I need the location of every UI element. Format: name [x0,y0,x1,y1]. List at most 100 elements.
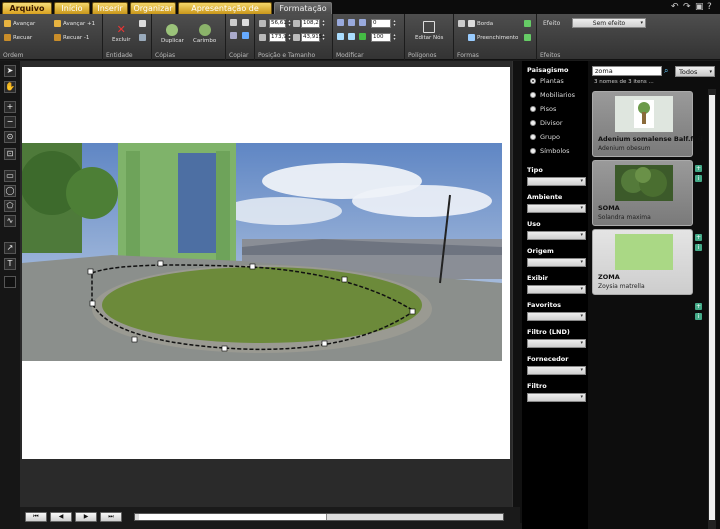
radio-divisor[interactable]: Divisor [530,119,563,127]
avancar-button[interactable]: Avançar [4,20,35,27]
opacity-spin-arrows[interactable]: ▴ ▾ [392,33,397,42]
radio-pisos[interactable]: Pisos [530,105,556,113]
radio-grupo[interactable]: Grupo [530,133,560,141]
prev-slide-button[interactable]: ◀ [50,512,72,522]
avancar-1-button[interactable]: Avançar +1 [54,20,95,27]
slide-canvas[interactable] [22,67,510,459]
fornecedor-select[interactable]: ▾ [527,366,586,375]
ambiente-select[interactable]: ▾ [527,204,586,213]
next-slide-button[interactable]: ▶ [75,512,97,522]
pan-hand-icon[interactable]: ✋ [4,81,16,93]
lnd-select[interactable]: ▾ [527,339,586,348]
node-handle[interactable] [409,308,416,315]
library-scrollbar[interactable] [708,89,716,529]
search-icon[interactable]: ⌕ [664,66,668,76]
tab-formatacao[interactable]: Formatação [274,2,332,14]
w-spin-arrows[interactable]: ▴ ▾ [321,19,326,28]
info-icon[interactable]: i [695,244,702,251]
canvas-horizontal-scrollbar[interactable] [134,513,504,521]
visibility-icon[interactable] [139,34,146,41]
radio-plantas[interactable]: Plantas [530,77,564,85]
node-handle[interactable] [157,260,164,267]
zoom-in-icon[interactable]: + [4,101,16,113]
radio-simbolos[interactable]: Símbolos [530,147,570,155]
undo-icon[interactable]: ↶ [671,2,679,12]
copy-size-icon[interactable] [242,19,249,26]
align-icon[interactable] [337,33,344,40]
radio-mobiliarios[interactable]: Mobiliarios [530,91,575,99]
border-add-icon[interactable] [524,20,531,27]
uso-select[interactable]: ▾ [527,231,586,240]
opacity-icon[interactable] [359,33,366,40]
node-handle[interactable] [249,263,256,270]
tab-inserir[interactable]: Inserir [92,2,128,14]
ellipse-tool-icon[interactable]: ◯ [4,185,16,197]
save-icon[interactable]: ▣ [695,2,704,12]
lock-icon[interactable] [139,20,146,27]
tab-apresentacao[interactable]: Apresentação de Slides [178,2,272,25]
info-icon[interactable]: i [695,175,702,182]
recuar-button[interactable]: Recuar [4,34,32,41]
tab-organizar[interactable]: Organizar [130,2,176,14]
tab-inicio[interactable]: Início [54,2,90,14]
shape-icon[interactable] [458,20,465,27]
excluir-button[interactable]: ✕ Excluir [112,24,130,43]
node-handle[interactable] [89,300,96,307]
zoom-out-icon[interactable]: − [4,116,16,128]
copy-rotation-icon[interactable] [242,32,249,39]
node-handle[interactable] [131,336,138,343]
carimbo-button[interactable]: Carimbo [193,24,216,44]
rotation-input[interactable]: 0 [371,19,391,28]
recuar-1-button[interactable]: Recuar -1 [54,34,89,41]
x-position-input[interactable]: 56,61 [269,19,287,28]
rectangle-tool-icon[interactable]: ▭ [4,170,16,182]
select-arrow-icon[interactable]: ➤ [4,65,16,77]
y-spin-arrows[interactable]: ▴ ▾ [287,33,292,42]
info-icon[interactable]: i [695,313,702,320]
opacity-input[interactable]: 100 [371,33,391,42]
fill-add-icon[interactable] [524,34,531,41]
measure-tool-icon[interactable]: ↗ [4,242,16,254]
zoom-icon[interactable]: + [695,303,702,310]
zoom-icon[interactable]: + [695,165,702,172]
distribute-icon[interactable] [348,33,355,40]
tipo-select[interactable]: ▾ [527,177,586,186]
y-position-input[interactable]: 173,9 [269,33,287,42]
polygon-tool-icon[interactable]: ⬠ [4,200,16,212]
favoritos-select[interactable]: ▾ [527,312,586,321]
node-handle[interactable] [221,345,228,352]
origem-select[interactable]: ▾ [527,258,586,267]
editar-nos-button[interactable]: Editar Nós [415,21,443,41]
node-handle[interactable] [321,340,328,347]
library-item[interactable]: SOMA Solandra maxima [592,160,693,226]
zoom-icon[interactable]: + [695,234,702,241]
node-handle[interactable] [341,276,348,283]
preenchimento-button[interactable]: Preenchimento [468,34,518,41]
library-item[interactable]: Adenium somalense Balf.f. (i Adenium obe… [592,91,703,157]
library-scroll-thumb[interactable] [709,95,715,520]
color-swatch-icon[interactable] [4,276,16,288]
hscroll-thumb[interactable] [139,514,327,520]
zoom-fit-icon[interactable]: ⊙ [4,131,16,143]
rotation-spin-arrows[interactable]: ▴ ▾ [392,19,397,28]
efeito-select[interactable]: Sem efeito ▾ [572,18,646,28]
h-spin-arrows[interactable]: ▴ ▾ [321,33,326,42]
duplicar-button[interactable]: Duplicar [161,24,184,44]
height-input[interactable]: 43,915 [301,33,322,42]
copy-style-icon[interactable] [230,19,237,26]
width-input[interactable]: 108,2 [301,19,320,28]
canvas-vertical-scrollbar[interactable] [512,61,522,523]
first-slide-button[interactable]: ⏮ [25,512,47,522]
text-tool-icon[interactable]: T [4,258,16,270]
exibir-select[interactable]: ▾ [527,285,586,294]
curve-tool-icon[interactable]: ∿ [4,215,16,227]
flip-horizontal-icon[interactable] [337,19,344,26]
node-handle[interactable] [87,268,94,275]
rotate-icon[interactable] [359,19,366,26]
redo-icon[interactable]: ↷ [683,2,691,12]
x-spin-arrows[interactable]: ▴ ▾ [287,19,292,28]
borda-button[interactable]: Borda [468,20,493,27]
library-scope-select[interactable]: Todos ▾ [675,66,715,77]
library-item-selected[interactable]: ZOMA Zoysia matrella [592,229,693,295]
tab-arquivo[interactable]: Arquivo [2,2,52,14]
